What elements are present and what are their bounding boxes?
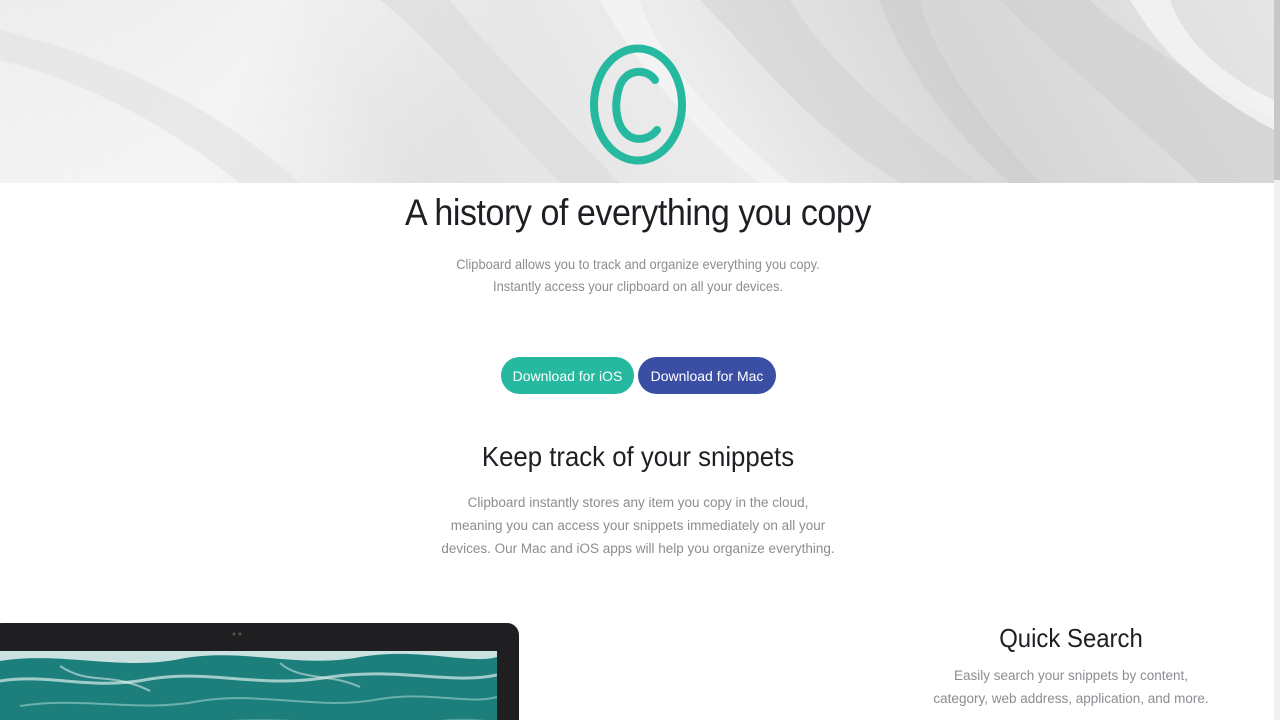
hero-subtext-line2: Instantly access your clipboard on all y…: [493, 278, 783, 294]
page-scrollbar[interactable]: [1274, 0, 1280, 720]
landing-page: A history of everything you copy Clipboa…: [0, 0, 1280, 720]
snippets-description: Clipboard instantly stores any item you …: [441, 495, 835, 556]
laptop-image: [0, 623, 519, 720]
quick-search-description: Easily search your snippets by content, …: [933, 668, 1209, 706]
hero-subtext-line1: Clipboard allows you to track and organi…: [456, 256, 820, 272]
copyright-circle-icon: [589, 44, 687, 165]
hero-subtext: Clipboard allows you to track and organi…: [51, 253, 1225, 297]
laptop-camera: [232, 632, 242, 636]
quick-search-title: Quick Search: [999, 623, 1143, 653]
scrollbar-thumb[interactable]: [1274, 0, 1280, 180]
page-headline: A history of everything you copy: [405, 192, 871, 233]
download-ios-button[interactable]: Download for iOS: [501, 357, 634, 394]
download-mac-button[interactable]: Download for Mac: [638, 357, 776, 394]
snippets-title: Keep track of your snippets: [481, 441, 795, 472]
laptop-screen-ocean: [0, 651, 497, 720]
